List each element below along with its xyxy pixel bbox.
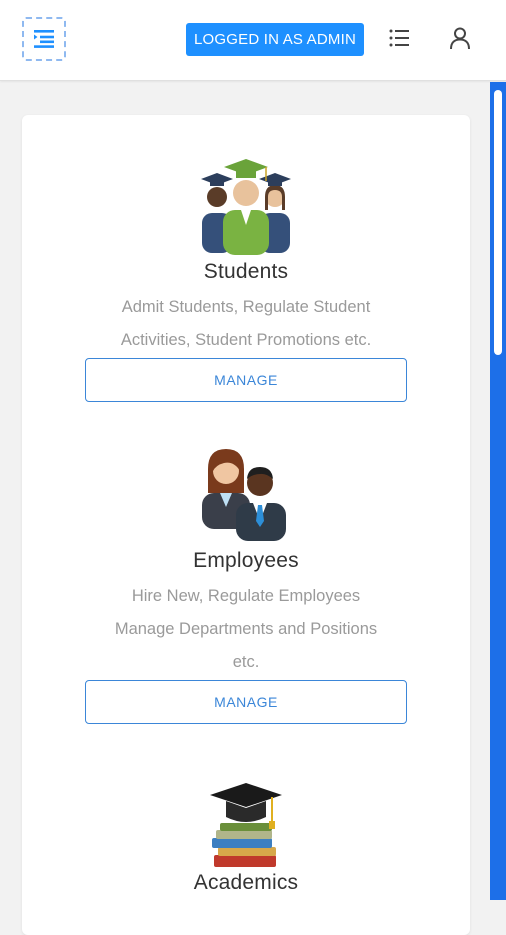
- employees-description: Hire New, Regulate Employees Manage Depa…: [86, 580, 406, 679]
- students-description-line: Admit Students, Regulate Student: [121, 298, 371, 316]
- sidebar-toggle-icon: [34, 30, 54, 48]
- user-button[interactable]: [448, 26, 472, 50]
- modules-card: Students Admit Students, Regulate Studen…: [22, 115, 470, 935]
- scrollbar-thumb[interactable]: [494, 90, 502, 355]
- employees-description-line: Hire New, Regulate Employees: [131, 587, 361, 605]
- students-description: Admit Students, Regulate Student Activit…: [86, 291, 406, 357]
- employees-title: Employees: [193, 549, 299, 572]
- employees-description-line: Manage Departments and Positions: [114, 620, 378, 638]
- academics-title: Academics: [193, 871, 299, 894]
- user-icon: [450, 27, 470, 50]
- employees-description-line: etc.: [232, 653, 260, 671]
- graduates-icon: [201, 159, 291, 255]
- manage-students-button[interactable]: MANAGE: [85, 358, 407, 402]
- scrollbar[interactable]: [490, 82, 506, 900]
- sidebar-toggle-button[interactable]: [22, 17, 66, 61]
- logged-in-badge[interactable]: LOGGED IN AS ADMIN: [186, 23, 364, 56]
- students-title: Students: [203, 260, 289, 283]
- students-description-line: Activities, Student Promotions etc.: [120, 331, 372, 349]
- employees-icon: [202, 449, 286, 541]
- academics-icon: [210, 783, 282, 867]
- app-header: LOGGED IN AS ADMIN: [0, 0, 506, 81]
- manage-employees-button[interactable]: MANAGE: [85, 680, 407, 724]
- list-icon: [389, 29, 409, 47]
- list-button[interactable]: [388, 27, 412, 49]
